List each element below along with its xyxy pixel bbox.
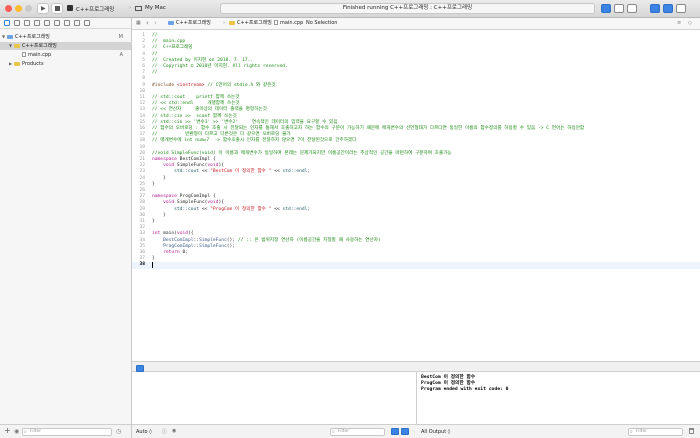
- scheme-selector[interactable]: C++프로그래밍: [67, 3, 137, 14]
- forward-arrow-icon[interactable]: ›: [154, 18, 157, 29]
- breadcrumb-file[interactable]: main.cpp: [274, 18, 303, 29]
- test-nav-icon[interactable]: [54, 20, 60, 26]
- play-icon: ▶: [41, 5, 46, 12]
- nav-item-products[interactable]: ▶ Products: [0, 60, 131, 68]
- eye-icon[interactable]: ◉: [172, 428, 176, 434]
- debug-area-footer: Auto ◊ ⓘ ◉ ⌕ Filter All Output ◊ ⌕ Filte…: [132, 424, 700, 438]
- show-console-toggle-icon[interactable]: [401, 428, 409, 435]
- filter-icon[interactable]: ◉: [14, 428, 19, 435]
- source-control-nav-icon[interactable]: [14, 20, 20, 26]
- run-button[interactable]: ▶: [37, 3, 49, 14]
- find-nav-icon[interactable]: [34, 20, 40, 26]
- navigator-tabs: [0, 18, 131, 29]
- filter-placeholder: Filter: [30, 429, 42, 434]
- navigator-toggle-icon[interactable]: [650, 4, 660, 13]
- show-variables-toggle-icon[interactable]: [391, 428, 399, 435]
- debug-nav-icon[interactable]: [64, 20, 70, 26]
- destination-selector[interactable]: My Mac: [135, 3, 195, 14]
- folder-icon: [14, 43, 20, 48]
- search-icon: ⌕: [24, 429, 27, 435]
- console-line: Program ended with exit code: 0: [421, 387, 509, 393]
- console-output[interactable]: BestCom 이 정의한 함수 ProgCom 이 정의한 함수 Program …: [417, 372, 700, 424]
- variables-scope-dropdown[interactable]: Auto ◊: [136, 428, 152, 436]
- library-button[interactable]: [601, 4, 611, 13]
- symbol-nav-icon[interactable]: [24, 20, 30, 26]
- chevron-right-icon: ›: [300, 20, 302, 26]
- debug-bar: [132, 361, 700, 372]
- source-editor[interactable]: 1//2// main.cpp 3// C++프로그래밍 4//5// Create…: [132, 30, 700, 361]
- related-items-icon[interactable]: ▦: [136, 18, 141, 29]
- nav-item-label: main.cpp: [28, 52, 52, 58]
- inspector-toggle-icon[interactable]: [676, 4, 686, 13]
- breadcrumb-selection[interactable]: No Selection: [306, 18, 337, 29]
- destination-label: My Mac: [145, 5, 166, 11]
- stop-icon: [55, 6, 60, 11]
- variables-view[interactable]: [132, 372, 417, 424]
- scm-status-badge: M: [118, 34, 123, 40]
- folder-icon: [229, 20, 235, 25]
- toolbar: ▶ C++프로그래밍 › My Mac Finished running C++…: [0, 0, 700, 18]
- breadcrumb-project[interactable]: C++프로그래밍: [168, 18, 211, 29]
- nav-item-label: C++프로그래밍: [15, 34, 50, 40]
- filter-placeholder: Filter: [636, 429, 648, 434]
- issues-icon[interactable]: ◇: [688, 18, 692, 29]
- chevron-right-icon: ›: [129, 5, 131, 11]
- zoom-window-button[interactable]: [25, 5, 32, 12]
- search-icon: ⌕: [630, 429, 633, 435]
- nav-item-project[interactable]: ▼ C++프로그래밍 M: [0, 33, 131, 41]
- project-icon: [7, 34, 13, 39]
- console-output-dropdown[interactable]: All Output ◊: [421, 428, 450, 436]
- scheme-label: C++프로그래밍: [76, 7, 115, 13]
- console-filter-input[interactable]: ⌕ Filter: [628, 428, 683, 436]
- close-window-button[interactable]: [5, 5, 12, 12]
- minimize-window-button[interactable]: [15, 5, 22, 12]
- chevron-right-icon: ›: [223, 20, 225, 26]
- nav-item-main-cpp[interactable]: main.cpp A: [0, 51, 131, 59]
- report-nav-icon[interactable]: [84, 20, 90, 26]
- jump-bar: ▦ ‹ › C++프로그래밍 › C++프로그래밍 › main.cpp › N…: [132, 18, 700, 30]
- navigator-filter-bar: + ◉ ⌕ Filter ◷: [0, 424, 132, 438]
- info-icon[interactable]: ⓘ: [162, 428, 167, 435]
- activity-status: Finished running C++프로그래밍 : C++프로그래밍: [220, 3, 595, 14]
- code-line[interactable]: 38: [132, 262, 700, 269]
- back-arrow-icon[interactable]: ‹: [146, 18, 149, 29]
- folder-icon: [14, 61, 20, 66]
- assistant-editor-icon[interactable]: [627, 4, 637, 13]
- breadcrumb-label: C++프로그래밍: [176, 20, 211, 26]
- debug-area-toggle-icon[interactable]: [663, 4, 673, 13]
- text-cursor: [152, 262, 153, 269]
- recent-files-icon[interactable]: ◷: [116, 428, 121, 435]
- filter-placeholder: Filter: [338, 429, 350, 434]
- add-editor-icon[interactable]: ≡: [677, 18, 681, 29]
- nav-item-group[interactable]: ▼ C++프로그래밍: [0, 42, 131, 50]
- navigator-filter-input[interactable]: ⌕ Filter: [22, 428, 112, 436]
- issue-nav-icon[interactable]: [44, 20, 50, 26]
- stop-button[interactable]: [51, 3, 63, 14]
- hide-debug-area-icon[interactable]: [136, 365, 144, 372]
- project-icon: [168, 20, 174, 25]
- app-target-icon: [67, 5, 73, 11]
- add-icon[interactable]: +: [4, 426, 11, 435]
- mac-icon: [135, 6, 142, 11]
- cpp-file-icon: [22, 52, 26, 57]
- status-text: Finished running C++프로그래밍 : C++프로그래밍: [342, 5, 473, 11]
- version-editor-icon[interactable]: [614, 4, 624, 13]
- clear-console-icon[interactable]: [689, 428, 694, 434]
- search-icon: ⌕: [332, 429, 335, 435]
- nav-item-label: C++프로그래밍: [22, 43, 57, 49]
- cpp-file-icon: [274, 20, 278, 25]
- breadcrumb-label: C++프로그래밍: [237, 20, 272, 26]
- breakpoint-nav-icon[interactable]: [74, 20, 80, 26]
- project-navigator: ▼ C++프로그래밍 M ▼ C++프로그래밍 main.cpp A ▶ Produc…: [0, 18, 132, 424]
- nav-item-label: Products: [22, 61, 44, 67]
- scm-status-badge: A: [119, 52, 123, 58]
- breadcrumb-group[interactable]: C++프로그래밍: [229, 18, 272, 29]
- line-number: 38: [139, 262, 145, 268]
- folder-nav-icon[interactable]: [4, 20, 10, 26]
- chevron-right-icon: ›: [268, 20, 270, 26]
- variables-filter-input[interactable]: ⌕ Filter: [330, 428, 385, 436]
